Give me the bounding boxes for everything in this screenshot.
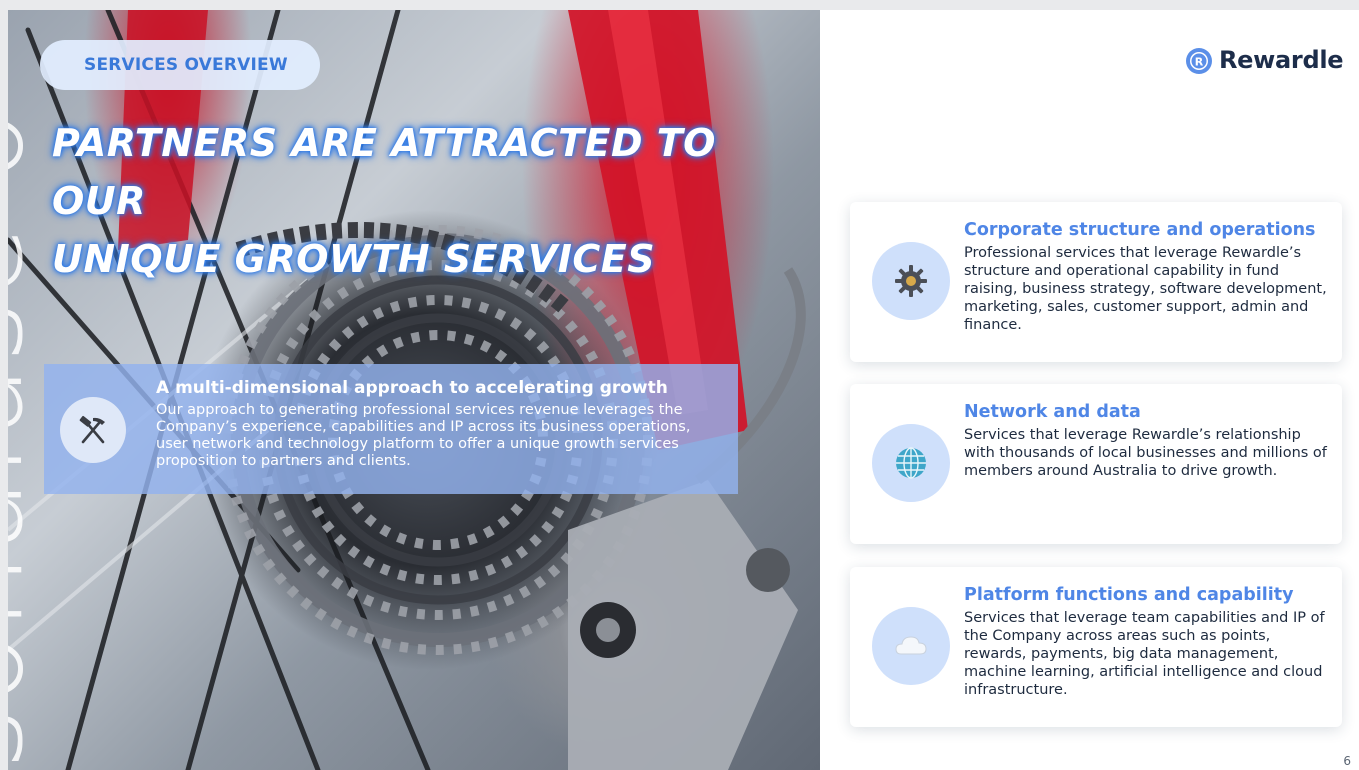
gear-icon <box>872 242 950 320</box>
approach-body: Our approach to generating professional … <box>156 402 691 469</box>
service-card-corporate: Corporate structure and operations Profe… <box>850 202 1342 362</box>
card-body: Services that leverage team capabilities… <box>964 610 1325 698</box>
watermark-text: sonaluse o <box>8 107 50 770</box>
approach-title: A multi-dimensional approach to accelera… <box>156 378 668 398</box>
slide: sonaluse o SERVICES OVERVIEW PARTNERS AR… <box>8 10 1359 770</box>
page-number: 6 <box>1343 754 1351 768</box>
page-title-line2: UNIQUE GROWTH SERVICES <box>52 237 656 281</box>
approach-panel: A multi-dimensional approach to accelera… <box>44 364 738 494</box>
card-body: Services that leverage Rewardle’s relati… <box>964 427 1327 479</box>
card-body: Professional services that leverage Rewa… <box>964 245 1327 333</box>
page-title-line1: PARTNERS ARE ATTRACTED TO OUR <box>52 121 716 223</box>
rewardle-wordmark: Rewardle <box>1219 46 1344 74</box>
cloud-icon <box>872 607 950 685</box>
page-title: PARTNERS ARE ATTRACTED TO OUR UNIQUE GRO… <box>52 114 812 288</box>
rewardle-logo: R Rewardle <box>1185 46 1344 76</box>
hammer-pick-icon <box>60 397 126 463</box>
card-title: Platform functions and capability <box>964 585 1294 605</box>
rewardle-badge-icon: R <box>1186 48 1212 74</box>
svg-text:R: R <box>1195 56 1204 69</box>
section-pill-label: SERVICES OVERVIEW <box>84 55 288 75</box>
card-title: Network and data <box>964 402 1141 422</box>
globe-icon <box>872 424 950 502</box>
bicycle-cassette-photo: sonaluse o SERVICES OVERVIEW PARTNERS AR… <box>8 10 820 770</box>
service-card-network: Network and data Services that leverage … <box>850 384 1342 544</box>
section-pill: SERVICES OVERVIEW <box>40 40 320 90</box>
service-card-platform: Platform functions and capability Servic… <box>850 567 1342 727</box>
card-title: Corporate structure and operations <box>964 220 1316 240</box>
